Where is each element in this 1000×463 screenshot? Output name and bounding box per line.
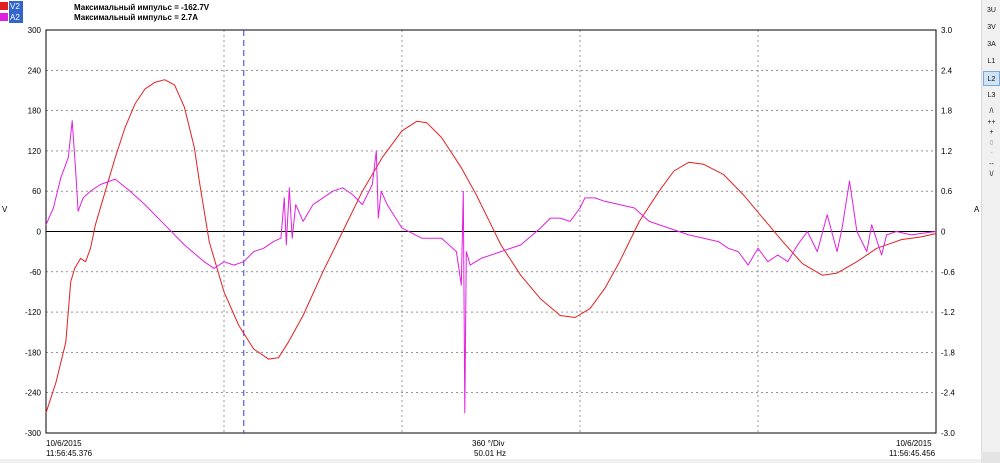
series-line-a2 (45, 120, 937, 414)
left-tick-label: -300 (25, 429, 42, 438)
start-date: 10/6/2015 (46, 439, 82, 448)
left-tick-label: -180 (25, 348, 42, 357)
l2-button[interactable]: L2 (983, 71, 1000, 86)
right-tick-label: -3.0 (941, 429, 955, 438)
left-tick-label: -240 (25, 389, 42, 398)
end-time: 11:56:45.456 (889, 449, 936, 458)
left-tick-label: 300 (28, 26, 42, 35)
scale-down-button[interactable]: \/ (983, 170, 1000, 180)
left-tick-label: 60 (32, 187, 41, 196)
zoom-in-more-button[interactable]: ++ (983, 118, 1000, 128)
start-time: 11:56:45.376 (46, 449, 93, 458)
right-tick-label: 2.4 (941, 66, 953, 75)
frequency-label: 50.01 Hz (474, 449, 507, 458)
right-tick-label: 0 (941, 228, 946, 237)
side-toolbar: 3U 3V 3A L1 L2 L3/\ ++ +0- -- \/ (981, 0, 1000, 463)
left-tick-label: -60 (29, 268, 41, 277)
l3-button[interactable]: L3 (983, 88, 1000, 103)
left-tick-label: 180 (28, 107, 42, 116)
left-axis-unit: V (2, 205, 8, 214)
l1-button[interactable]: L1 (983, 54, 1000, 69)
waveform-chart[interactable]: 300 240 180 120 60 0 -60 -120 -180 -240 -300 3.0 2.4… (0, 0, 981, 463)
zoom-out-more-button[interactable]: -- (983, 160, 1000, 170)
right-tick-label: -0.6 (941, 268, 955, 277)
division-label: 360 °/Div (472, 439, 505, 448)
right-tick-label: 0.6 (941, 187, 953, 196)
left-tick-label: 120 (28, 147, 42, 156)
zoom-out-button[interactable]: - (983, 149, 1000, 159)
3a-button[interactable]: 3A (983, 37, 1000, 52)
bottom-strip (0, 459, 981, 463)
right-tick-label: 1.8 (941, 107, 953, 116)
3v-button[interactable]: 3V (983, 20, 1000, 35)
corner-box (981, 452, 1000, 463)
zoom-in-button[interactable]: + (983, 128, 1000, 138)
right-tick-label: 1.2 (941, 147, 953, 156)
right-tick-label: -2.4 (941, 389, 955, 398)
reset-zoom-button[interactable]: 0 (983, 139, 1000, 149)
left-tick-label: 0 (37, 228, 42, 237)
series-line-v2 (45, 79, 937, 413)
scale-up-button[interactable]: /\ (983, 107, 1000, 117)
left-tick-label: -120 (25, 308, 42, 317)
3u-button[interactable]: 3U (983, 3, 1000, 18)
right-tick-label: 3.0 (941, 26, 953, 35)
right-tick-label: -1.2 (941, 308, 955, 317)
right-tick-label: -1.8 (941, 348, 955, 357)
right-axis-unit: A (974, 205, 980, 214)
end-date: 10/6/2015 (896, 439, 932, 448)
left-tick-label: 240 (28, 66, 42, 75)
